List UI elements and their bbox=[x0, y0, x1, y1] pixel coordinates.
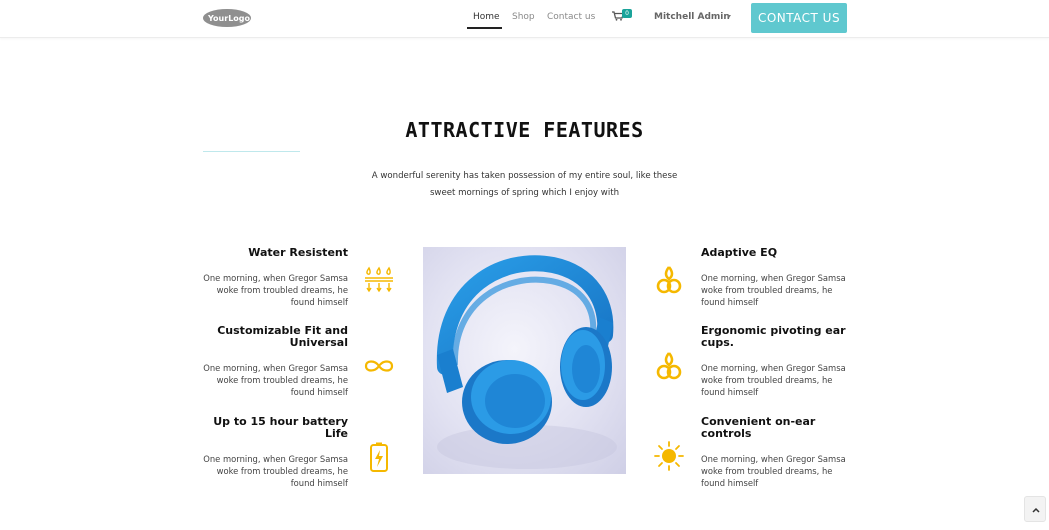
feature-title-adaptive-eq: Adaptive EQ bbox=[701, 246, 778, 259]
subtitle-line-2: sweet mornings of spring which I enjoy w… bbox=[429, 188, 620, 198]
feature-desc-customizable-fit: One morning, when Gregor Samsa woke from … bbox=[203, 363, 348, 397]
title-divider bbox=[203, 151, 300, 152]
logo[interactable]: YourLogo bbox=[202, 8, 252, 28]
headphones-image bbox=[423, 247, 626, 474]
nav-shop[interactable]: Shop bbox=[512, 12, 535, 22]
feature-title-customizable-fit: Customizable Fit and Universal bbox=[217, 324, 348, 349]
feature-desc-battery-life: One morning, when Gregor Samsa woke from … bbox=[203, 454, 348, 488]
user-menu[interactable]: Mitchell Admin bbox=[654, 12, 730, 22]
chevron-down-icon[interactable] bbox=[727, 15, 731, 18]
feature-title-on-ear-controls: Convenient on-ear controls bbox=[701, 415, 816, 440]
feature-desc-on-ear-controls: One morning, when Gregor Samsa woke from … bbox=[701, 454, 846, 488]
section-title: ATTRACTIVE FEATURES bbox=[405, 118, 644, 142]
nav-home[interactable]: Home bbox=[473, 12, 500, 22]
logo-text: YourLogo bbox=[207, 14, 251, 23]
headphones-illustration bbox=[436, 255, 617, 469]
feature-title-battery-life: Up to 15 hour battery Life bbox=[213, 415, 348, 440]
section-subtitle: A wonderful serenity has taken possessio… bbox=[0, 168, 1049, 202]
site-header: YourLogo Home Shop Contact us 0 Mitchell… bbox=[0, 0, 1049, 38]
infinity-icon bbox=[364, 360, 394, 372]
sun-controls-icon bbox=[654, 441, 684, 471]
nav-active-indicator bbox=[467, 27, 502, 29]
eq-knot-icon bbox=[656, 266, 682, 294]
water-drops-icon bbox=[365, 266, 393, 293]
contact-us-button[interactable]: CONTACT US bbox=[751, 3, 847, 33]
scroll-to-top-button[interactable] bbox=[1024, 496, 1046, 522]
feature-desc-adaptive-eq: One morning, when Gregor Samsa woke from … bbox=[701, 273, 846, 307]
battery-charging-icon bbox=[370, 442, 388, 472]
cart-count-badge: 0 bbox=[622, 9, 632, 18]
pivot-knot-icon bbox=[656, 352, 682, 380]
nav-contact-us[interactable]: Contact us bbox=[547, 12, 595, 22]
feature-desc-water-resistent: One morning, when Gregor Samsa woke from … bbox=[203, 273, 348, 307]
feature-title-water-resistent: Water Resistent bbox=[248, 246, 348, 259]
feature-desc-ergonomic-ear-cups: One morning, when Gregor Samsa woke from … bbox=[701, 363, 846, 397]
subtitle-line-1: A wonderful serenity has taken possessio… bbox=[371, 171, 678, 181]
chevron-up-icon bbox=[1032, 507, 1040, 513]
feature-title-ergonomic-ear-cups: Ergonomic pivoting ear cups. bbox=[701, 324, 846, 349]
